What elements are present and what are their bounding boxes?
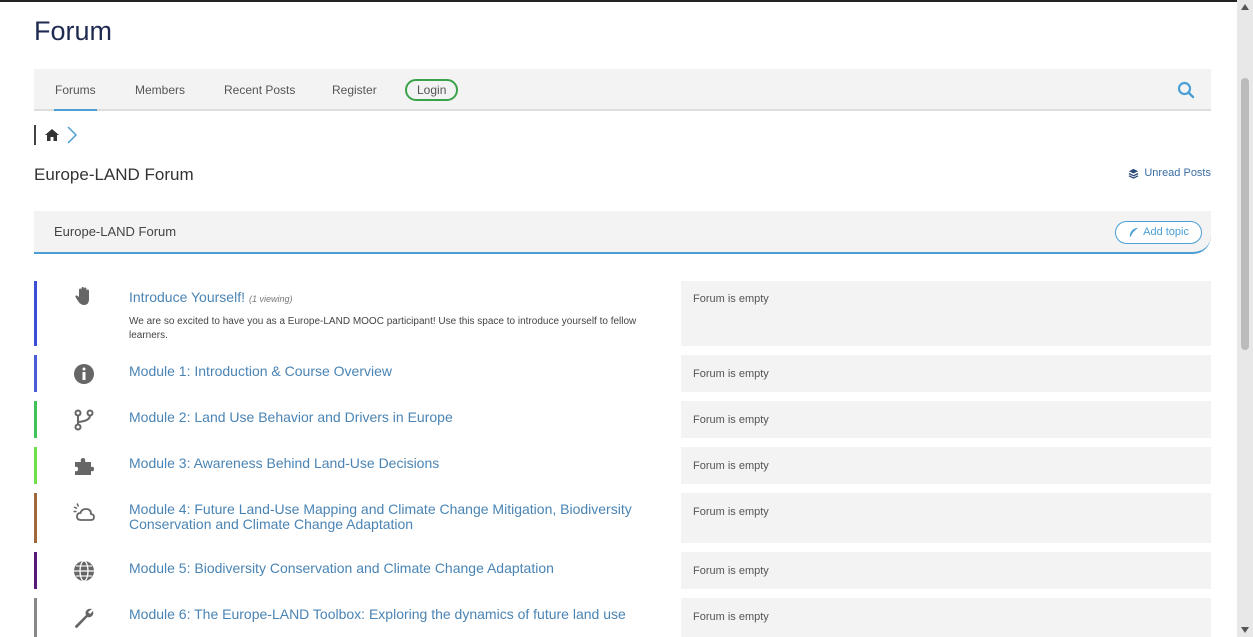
forum-row-module-5: Module 5: Biodiversity Conservation and … [34,552,1211,589]
last-post-text: Forum is empty [693,368,769,380]
main-nav: Forums Members Recent Posts Register Log… [34,69,1211,111]
unread-posts-link[interactable]: Unread Posts [1128,167,1211,179]
info-icon [74,364,94,384]
forum-color-bar [34,447,37,484]
forum-title[interactable]: Module 5: Biodiversity Conservation and … [129,561,669,576]
forum-row-introduce: Introduce Yourself! (1 viewing) We are so… [34,281,1211,346]
forum-row-module-6: Module 6: The Europe-LAND Toolbox: Explo… [34,598,1211,637]
nav-recent-posts[interactable]: Recent Posts [224,69,295,111]
forum-description: We are so excited to have you as a Europ… [129,316,637,341]
wrench-icon [75,608,94,628]
forum-color-bar [34,493,37,543]
scroll-thumb[interactable] [1241,78,1249,350]
forum-title[interactable]: Module 2: Land Use Behavior and Drivers … [129,410,669,425]
forum-row-module-3: Module 3: Awareness Behind Land-Use Deci… [34,447,1211,484]
feather-icon [1129,227,1139,238]
search-icon[interactable] [1177,81,1195,99]
last-post-text: Forum is empty [693,293,769,305]
last-post-text: Forum is empty [693,460,769,472]
forum-title[interactable]: Module 6: The Europe-LAND Toolbox: Explo… [129,607,669,622]
forum-color-bar [34,401,37,438]
viewing-count: (1 viewing) [248,294,293,304]
forum-color-bar [34,552,37,589]
last-post-cell: Forum is empty [681,281,1211,346]
forum-color-bar [34,355,37,392]
scroll-up-arrow-icon[interactable] [1237,0,1253,14]
category-header: Europe-LAND Forum Add topic [34,211,1211,254]
puzzle-icon [75,458,94,475]
forum-title-text: Introduce Yourself! [129,289,245,305]
site-title: Forum [34,16,113,46]
last-post-text: Forum is empty [693,565,769,577]
breadcrumb [34,124,78,146]
forum-color-bar [34,281,37,346]
add-topic-button[interactable]: Add topic [1115,221,1202,244]
forum-title[interactable]: Introduce Yourself! (1 viewing) [129,290,669,307]
page-title: Europe-LAND Forum [34,165,194,184]
category-title: Europe-LAND Forum [54,224,177,239]
forum-color-bar [34,598,37,637]
last-post-cell: Forum is empty [681,552,1211,589]
last-post-cell: Forum is empty [681,598,1211,637]
home-icon[interactable] [44,127,60,143]
forum-row-module-2: Module 2: Land Use Behavior and Drivers … [34,401,1211,438]
forum-title[interactable]: Module 3: Awareness Behind Land-Use Deci… [129,456,669,471]
forum-title[interactable]: Module 4: Future Land-Use Mapping and Cl… [129,502,669,532]
forum-row-module-4: Module 4: Future Land-Use Mapping and Cl… [34,493,1211,543]
last-post-cell: Forum is empty [681,493,1211,543]
nav-forums[interactable]: Forums [54,69,97,111]
nav-register[interactable]: Register [332,69,377,111]
layers-icon [1128,168,1139,179]
chevron-right-icon [67,126,78,144]
last-post-text: Forum is empty [693,611,769,623]
last-post-cell: Forum is empty [681,447,1211,484]
forum-row-module-1: Module 1: Introduction & Course Overview… [34,355,1211,392]
nav-members[interactable]: Members [135,69,185,111]
last-post-cell: Forum is empty [681,355,1211,392]
top-border [0,0,1237,2]
cloud-sun-icon [73,503,95,521]
last-post-cell: Forum is empty [681,401,1211,438]
unread-posts-label: Unread Posts [1144,167,1211,179]
globe-icon [74,560,94,582]
hand-icon [75,287,89,305]
vertical-scrollbar[interactable] [1237,0,1253,637]
nav-login[interactable]: Login [405,79,459,101]
breadcrumb-divider [34,125,36,145]
scroll-down-arrow-icon[interactable] [1237,623,1253,637]
last-post-text: Forum is empty [693,414,769,426]
forum-title[interactable]: Module 1: Introduction & Course Overview [129,364,669,379]
last-post-text: Forum is empty [693,506,769,518]
add-topic-label: Add topic [1143,226,1189,238]
branch-icon [74,409,94,431]
